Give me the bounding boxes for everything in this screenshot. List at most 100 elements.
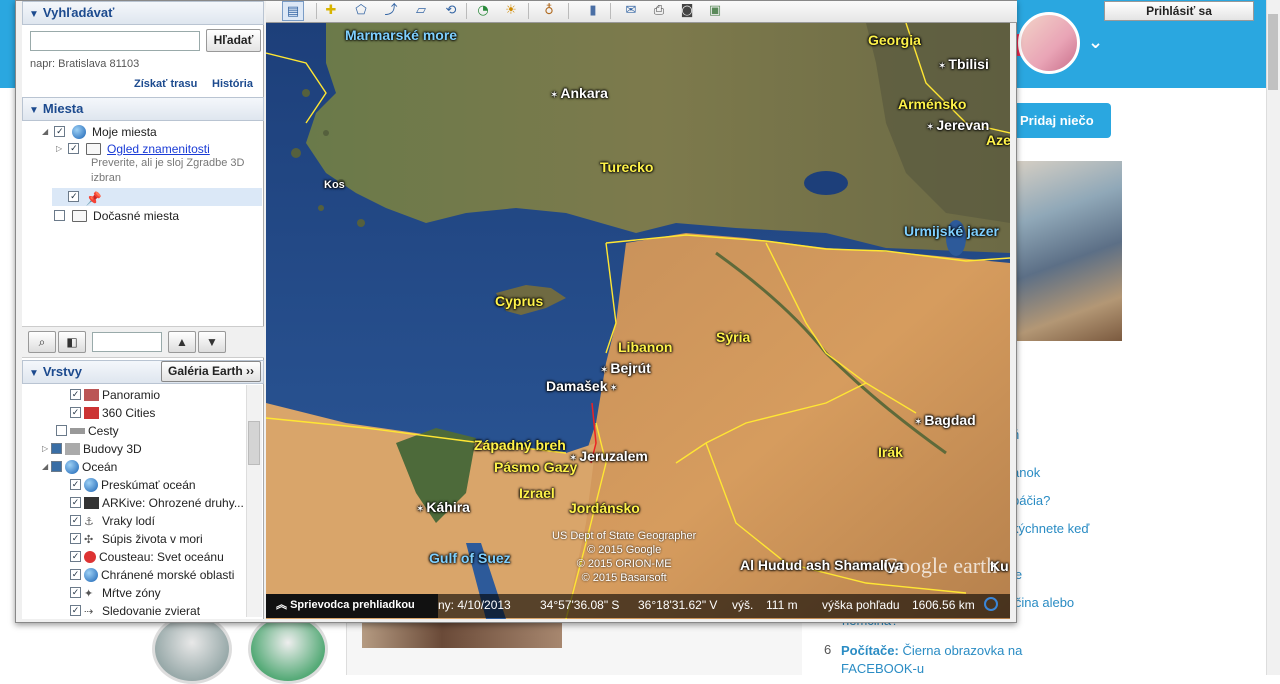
get-route-link[interactable]: Získať trasu [134,78,197,90]
checkbox-checked[interactable]: ✓ [70,479,81,491]
question-link[interactable]: kýchnete keď [1012,521,1089,536]
collapse-triangle-icon[interactable]: ▼ [29,9,39,20]
expand-icon[interactable]: ◢ [42,127,51,136]
ruler-icon[interactable]: ▮ [582,1,604,21]
map-label[interactable]: ✶ Tbilisi [938,56,989,72]
earth-gallery-button[interactable]: Galéria Earth ›› [161,361,261,382]
map-label[interactable]: ✶ Jerevan [926,117,989,133]
layer-item[interactable]: ✓ ✦ Mŕtve zóny [70,585,161,600]
map-label[interactable]: Izrael [519,485,555,501]
tree-item-my-places[interactable]: ◢ ✓ Moje miesta [42,124,157,139]
layer-item[interactable]: ✓ Chránené morské oblasti [70,567,234,582]
map-label[interactable]: Západný breh [474,437,566,453]
search-panel-header[interactable]: ▼ Vyhľadávať [22,1,264,25]
sunlight-icon[interactable]: ☀ [500,1,522,21]
toggle-panel-button[interactable]: ◧ [58,331,86,353]
layer-item[interactable]: ✓ ⇢ Sledovanie zvierat [70,603,200,617]
move-up-button[interactable]: ▲ [168,331,196,353]
sidebar-toggle-icon[interactable]: ▤ [282,1,304,21]
layer-item[interactable]: ✓ Cousteau: Svet oceánu [70,549,224,564]
layer-item[interactable]: Cesty [56,423,119,438]
record-tour-icon[interactable]: ⟲ [440,1,462,21]
question-link[interactable]: páčia? [1012,493,1050,508]
list-item[interactable]: Počítače: Čierna obrazovka na FACEBOOK-u [841,642,1041,678]
checkbox-checked[interactable]: ✓ [70,533,81,545]
layers-scrollbar[interactable] [246,385,262,617]
google-maps-icon[interactable]: ▣ [704,1,726,21]
layer-item[interactable]: ◢ Oceán [42,459,117,474]
map-label[interactable]: Al Hudud ash Shamaliya [740,557,903,573]
map-label[interactable]: Urmijské jazer [904,223,999,239]
sign-in-button[interactable]: Prihlásiť sa [1104,1,1254,21]
tree-item-temporary-places[interactable]: Dočasné miesta [42,208,179,223]
historical-imagery-icon[interactable]: ◔ [472,1,494,21]
checkbox-checked[interactable]: ✓ [68,191,80,203]
layer-item[interactable]: ✓ Panoramio [70,387,160,402]
places-filter-input[interactable] [92,332,162,352]
checkbox-checked[interactable]: ✓ [68,143,80,155]
move-down-button[interactable]: ▼ [198,331,226,353]
map-label[interactable]: Cyprus [495,293,543,309]
map-label[interactable]: ✶ Jeruzalem [569,448,648,464]
checkbox-checked[interactable]: ✓ [54,126,66,138]
search-places-button[interactable]: ⌕ [28,331,56,353]
map-label[interactable]: Georgia [868,32,921,48]
checkbox-partial[interactable] [51,461,62,473]
user-thumbnail[interactable] [248,614,328,684]
map-label[interactable]: ✶ Ankara [550,85,608,101]
map-label[interactable]: Gulf of Suez [429,550,511,566]
map-label[interactable]: Irák [878,444,903,460]
tree-item-label[interactable]: Ogled znamenitosti [107,142,210,156]
tree-item-sightseeing[interactable]: ▷ ✓ Ogled znamenitosti [56,141,210,156]
map-label[interactable]: Aze [986,132,1010,148]
checkbox-partial[interactable] [51,443,62,455]
add-overlay-icon[interactable]: ▱ [410,1,432,21]
question-link[interactable]: lčina alebo [1012,595,1074,610]
map-label[interactable]: Libanon [618,339,672,355]
map-label[interactable]: Arménsko [898,96,966,112]
layer-item[interactable]: ▷ Budovy 3D [42,441,142,456]
layer-item[interactable]: ✓ ARKive: Ohrozené druhy... [70,495,244,510]
layers-scrollbar-thumb[interactable] [248,421,260,465]
map-label[interactable]: ✶ Bagdad [914,412,976,428]
tour-guide-button[interactable]: ︽ Sprievodca prehliadkou [266,594,438,618]
checkbox-unchecked[interactable] [56,425,67,437]
checkbox-checked[interactable]: ✓ [70,407,81,419]
checkbox-checked[interactable]: ✓ [70,497,81,509]
map-label[interactable]: Jordánsko [569,500,640,516]
map-label[interactable]: Damašek ✶ [546,378,620,394]
search-button[interactable]: Hľadať [206,29,261,52]
page-scrollbar[interactable] [1266,0,1280,675]
checkbox-unchecked[interactable] [54,210,66,222]
email-icon[interactable]: ✉ [620,1,642,21]
history-link[interactable]: História [212,78,253,90]
map-label[interactable]: Kos [324,179,345,191]
layer-item[interactable]: ✓ 360 Cities [70,405,155,420]
checkbox-checked[interactable]: ✓ [70,569,81,581]
search-input[interactable] [30,31,200,51]
map-label[interactable]: Marmarské more [345,27,457,43]
map-label[interactable]: ✶ Bejrút [600,360,651,376]
checkbox-checked[interactable]: ✓ [70,605,81,617]
collapse-triangle-icon[interactable]: ▼ [29,368,39,379]
add-placemark-icon[interactable]: ✚ [320,1,342,21]
user-thumbnail[interactable] [152,614,232,684]
print-icon[interactable]: ⎙ [648,1,670,21]
map-label[interactable]: Sýria [716,329,750,345]
checkbox-checked[interactable]: ✓ [70,587,81,599]
collapse-triangle-icon[interactable]: ▼ [29,105,39,116]
map-label[interactable]: ✶ Káhira [416,499,470,515]
add-polygon-icon[interactable]: ⬠ [350,1,372,21]
checkbox-checked[interactable]: ✓ [70,515,81,527]
expand-icon[interactable]: ◢ [42,462,51,471]
page-scrollbar-thumb[interactable] [1268,14,1278,90]
places-panel-header[interactable]: ▼ Miesta [22,97,264,121]
layer-item[interactable]: ✓ ⚓ Vraky lodí [70,513,155,528]
planets-icon[interactable]: ♁ [538,1,560,21]
user-avatar[interactable] [1018,12,1080,74]
expand-icon[interactable]: ▷ [56,144,65,153]
add-post-button[interactable]: Pridaj niečo [1008,103,1111,138]
checkbox-checked[interactable]: ✓ [70,551,81,563]
map-label[interactable]: Pásmo Gazy [494,459,577,475]
post-photo[interactable] [1008,161,1122,341]
